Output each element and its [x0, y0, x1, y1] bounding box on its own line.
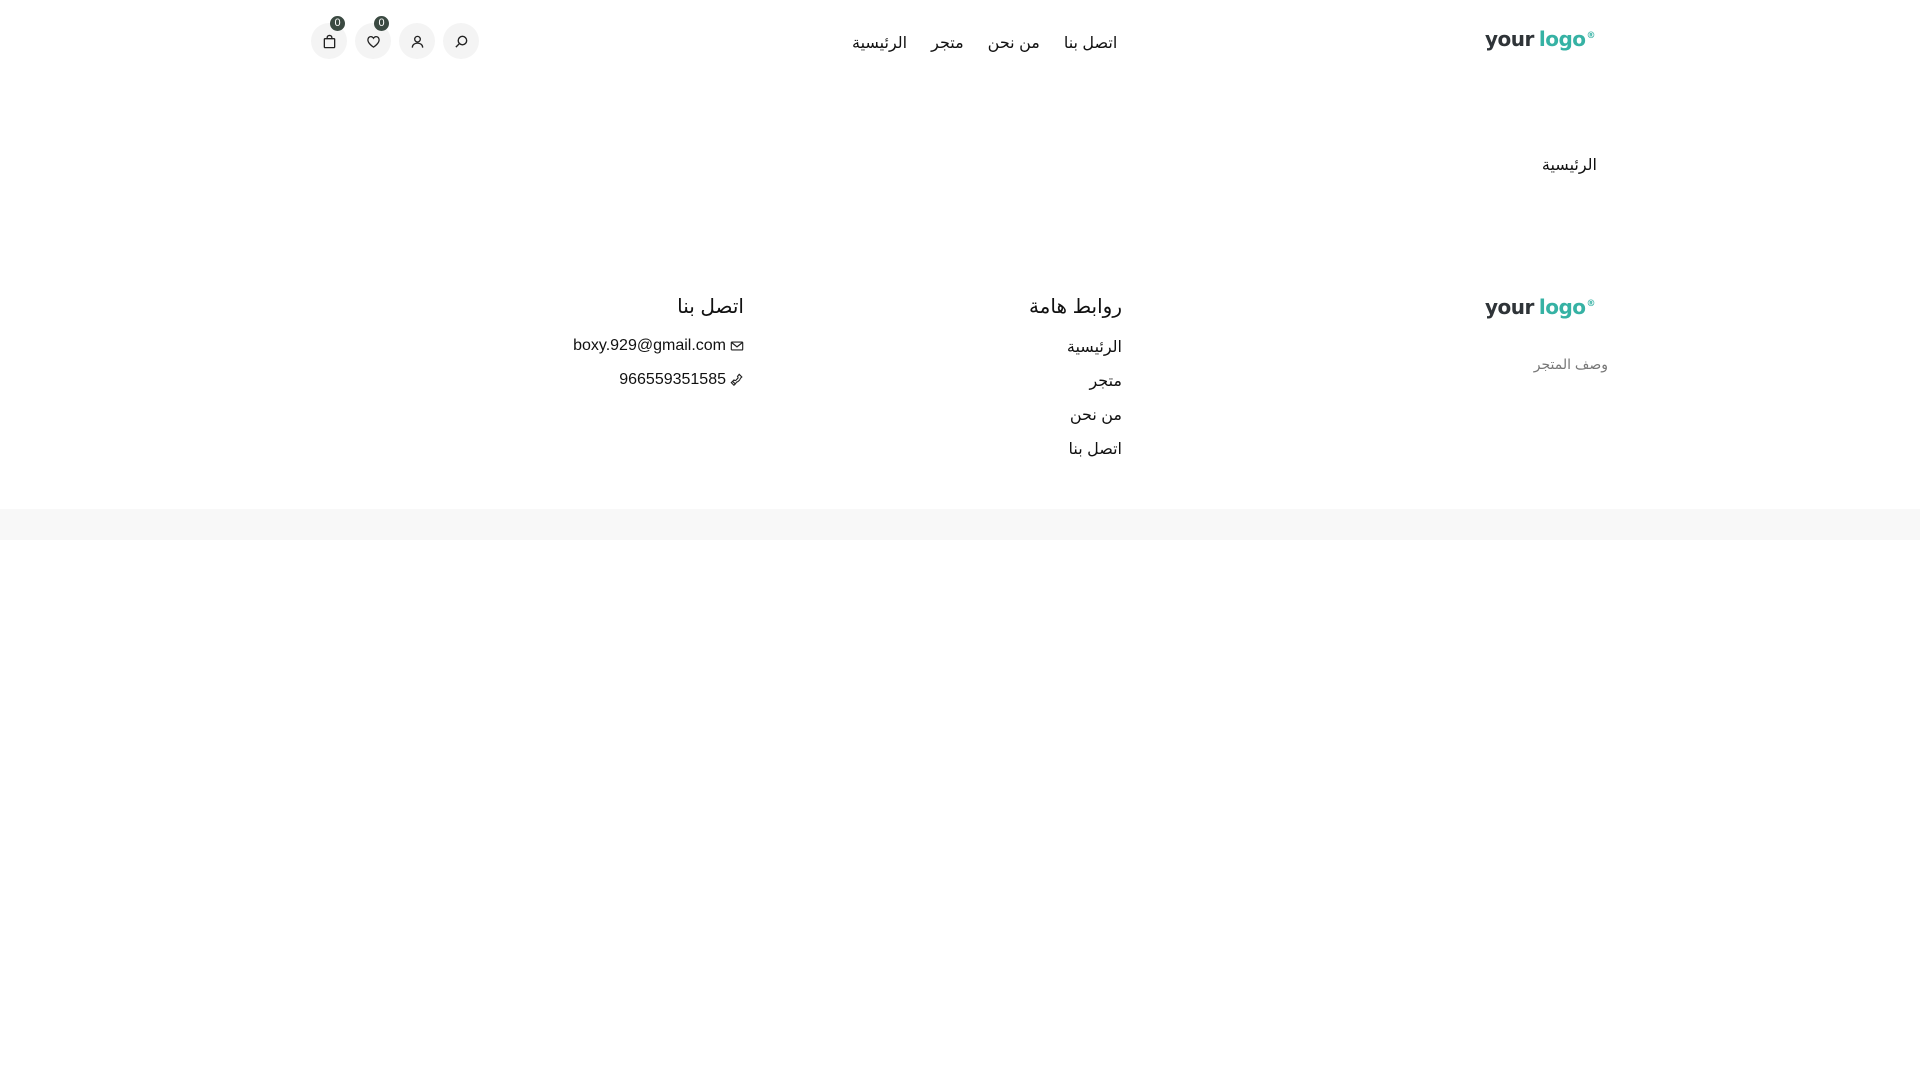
site-header: your logo ® الرئيسية متجر من نحن اتصل بن…	[0, 0, 1920, 84]
phone-text: 966559351585	[619, 371, 726, 388]
footer-link-home[interactable]: الرئيسية	[1067, 339, 1122, 356]
list-item: من نحن	[1067, 404, 1122, 438]
breadcrumb: الرئيسية	[1542, 155, 1597, 175]
list-item: الرئيسية	[1067, 336, 1122, 370]
user-icon	[411, 35, 423, 48]
list-item: اتصل بنا	[1067, 438, 1123, 472]
logo-registered-mark: ®	[1586, 31, 1596, 41]
nav-item-contact[interactable]: اتصل بنا	[1064, 33, 1118, 53]
footer-logo[interactable]: your logo ®	[1484, 295, 1596, 319]
cart-button[interactable]: 0	[311, 16, 347, 59]
footer-link-contact[interactable]: اتصل بنا	[1069, 441, 1123, 458]
cart-count-badge: 0	[330, 16, 345, 31]
footer-link-shop[interactable]: متجر	[1089, 373, 1122, 390]
logo-registered-mark: ®	[1586, 299, 1596, 309]
email-text: boxy.929@gmail.com	[573, 337, 726, 354]
nav-item-home[interactable]: الرئيسية	[852, 33, 907, 53]
logo-word-your: your	[1484, 27, 1534, 51]
header-logo[interactable]: your logo ®	[1484, 27, 1596, 51]
account-button[interactable]	[399, 23, 435, 59]
logo-word-logo: logo	[1538, 27, 1586, 51]
wishlist-button[interactable]: 0	[355, 16, 391, 59]
bag-icon	[323, 34, 335, 48]
contact-column-title: اتصل بنا	[677, 296, 744, 318]
search-icon	[454, 35, 467, 48]
phone-icon	[730, 373, 743, 387]
footer-bottom-bar	[0, 509, 1920, 540]
search-button[interactable]	[443, 23, 479, 59]
footer-link-about[interactable]: من نحن	[1070, 407, 1122, 424]
contact-phone[interactable]: 966559351585	[619, 371, 744, 389]
list-item: متجر	[1067, 370, 1122, 404]
nav-item-about[interactable]: من نحن	[988, 33, 1040, 53]
heart-icon	[366, 35, 380, 48]
links-column-title: روابط هامة	[1028, 296, 1122, 318]
mail-icon	[730, 341, 744, 351]
breadcrumb-current[interactable]: الرئيسية	[1542, 157, 1597, 174]
nav-item-shop[interactable]: متجر	[931, 33, 964, 53]
main-nav: الرئيسية متجر من نحن اتصل بنا	[852, 33, 1117, 53]
wishlist-count-badge: 0	[374, 16, 389, 31]
logo-word-your: your	[1484, 295, 1534, 319]
store-description: وصف المتجر	[1533, 356, 1608, 372]
contact-email[interactable]: boxy.929@gmail.com	[573, 337, 744, 355]
footer-links-list: الرئيسية متجر من نحن اتصل بنا	[1067, 336, 1122, 472]
logo-word-logo: logo	[1538, 295, 1586, 319]
